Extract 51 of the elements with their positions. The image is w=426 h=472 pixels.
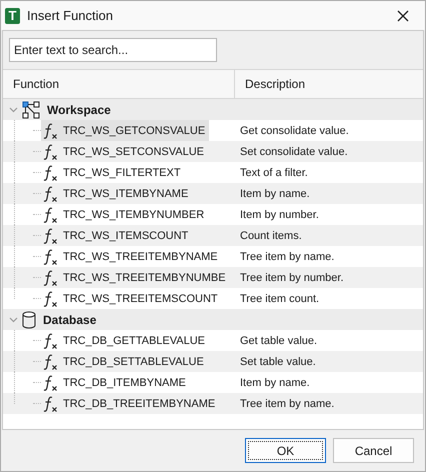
function-description: Get table value. (239, 334, 318, 346)
function-description: Count items. (239, 230, 302, 242)
close-icon[interactable] (397, 10, 409, 22)
function-description: Item by name. (239, 376, 310, 388)
function-icon (41, 394, 59, 412)
function-item[interactable]: TRC_WS_SETCONSVALUE (41, 141, 208, 162)
function-icon (41, 164, 59, 182)
function-icon (41, 226, 59, 244)
group-name[interactable]: Database (43, 312, 96, 326)
function-icon (41, 142, 59, 160)
function-item[interactable]: TRC_WS_TREEITEMBYNAME (41, 246, 222, 267)
function-item[interactable]: TRC_DB_ITEMBYNAME (41, 372, 190, 393)
function-description: Get consolidate value. (239, 124, 349, 136)
function-icon (41, 352, 59, 370)
function-icon (41, 290, 59, 308)
function-icon (41, 122, 59, 140)
function-icon (41, 374, 59, 392)
column-header[interactable]: Function (3, 70, 235, 98)
function-icon (41, 184, 59, 202)
function-description: Set consolidate value. (239, 146, 348, 158)
function-description: Tree item by number. (239, 272, 344, 284)
dialog-button[interactable]: Cancel (333, 438, 414, 463)
column-header[interactable]: Description (235, 70, 306, 98)
function-description: Tree item by name. (239, 398, 334, 410)
search-field[interactable]: Enter text to search... (9, 38, 217, 62)
function-icon (41, 248, 59, 266)
function-description: Item by number. (239, 208, 319, 220)
group-name[interactable]: Workspace (47, 102, 111, 116)
function-item[interactable]: TRC_WS_FILTERTEXT (41, 162, 185, 183)
window-title: Insert Function (27, 8, 113, 23)
function-icon (41, 332, 59, 350)
function-item[interactable]: TRC_WS_ITEMBYNUMBER (41, 204, 208, 225)
function-item[interactable]: TRC_WS_ITEMBYNAME (41, 183, 192, 204)
function-item[interactable]: TRC_DB_TREEITEMBYNAME (41, 393, 220, 414)
function-item[interactable]: TRC_WS_TREEITEMBYNUMBE (41, 267, 230, 288)
function-description: Item by name. (239, 188, 310, 200)
function-description: Set table value. (239, 356, 316, 368)
function-item[interactable]: TRC_DB_SETTABLEVALUE (41, 351, 208, 372)
function-item[interactable]: TRC_DB_GETTABLEVALUE (41, 330, 210, 351)
function-description: Tree item by name. (239, 250, 334, 262)
dialog-button[interactable]: OK (245, 438, 326, 463)
function-item[interactable]: TRC_WS_ITEMSCOUNT (41, 225, 192, 246)
chevron-icon[interactable] (9, 315, 18, 324)
function-description: Tree item count. (239, 292, 320, 304)
function-description: Text of a filter. (239, 166, 308, 178)
function-item[interactable]: TRC_WS_TREEITEMSCOUNT (41, 288, 222, 309)
function-icon (41, 206, 59, 224)
chevron-icon[interactable] (9, 105, 18, 114)
function-icon (41, 268, 59, 286)
function-item[interactable]: TRC_WS_GETCONSVALUE (41, 120, 210, 141)
app-logo: T (5, 8, 20, 24)
